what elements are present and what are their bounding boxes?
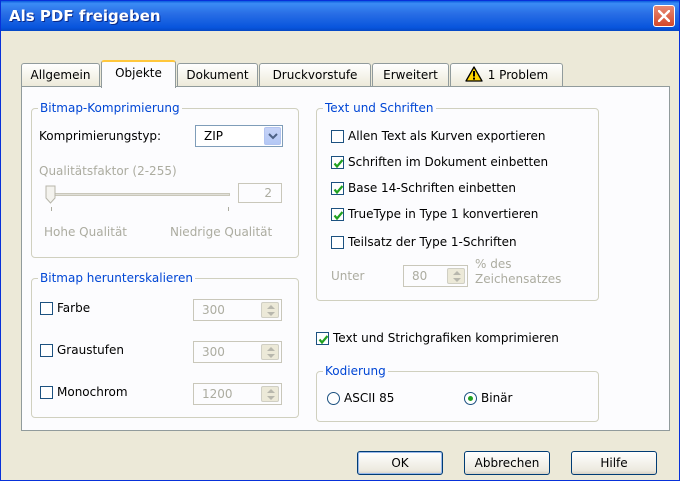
monochrome-checkbox[interactable] xyxy=(40,386,53,399)
group-legend: Bitmap-Komprimierung xyxy=(38,101,182,115)
tab-label: 1 Problem xyxy=(487,68,549,82)
spinner-down-icon xyxy=(453,278,461,282)
quality-factor-field[interactable]: 2 xyxy=(238,183,282,203)
encoding-group: Kodierung ASCII 85 Binär xyxy=(316,364,599,422)
outline-text-checkbox[interactable] xyxy=(331,130,344,143)
spinner-up-icon xyxy=(453,271,461,275)
check-icon xyxy=(333,185,344,195)
low-quality-label: Niedrige Qualität xyxy=(170,225,273,239)
color-resolution-spinner[interactable]: 300 xyxy=(193,299,282,321)
bitmap-downsample-group: Bitmap herunterskalieren Farbe 300 Graus… xyxy=(31,271,299,418)
tab-objekte[interactable]: Objekte xyxy=(101,60,176,88)
truetype-convert-label: TrueType in Type 1 konvertieren xyxy=(348,207,539,221)
quality-factor-value: 2 xyxy=(264,186,272,200)
spinner-value: 80 xyxy=(412,269,428,283)
under-label: Unter xyxy=(331,269,365,283)
spinner-buttons[interactable] xyxy=(261,344,279,360)
radio-dot xyxy=(468,396,473,401)
quality-factor-label: Qualitätsfaktor (2-255) xyxy=(39,164,177,178)
subset-threshold-spinner[interactable]: 80 xyxy=(403,265,468,287)
quality-slider-thumb[interactable] xyxy=(45,185,56,205)
dialog-window: Als PDF freigeben Allgemein Objekte Doku… xyxy=(0,0,680,481)
check-icon xyxy=(318,335,329,345)
ok-button[interactable]: OK xyxy=(357,451,443,475)
binary-label: Binär xyxy=(481,391,513,405)
tab-label: Objekte xyxy=(115,66,162,80)
embed-fonts-checkbox[interactable] xyxy=(331,156,344,169)
group-legend: Bitmap herunterskalieren xyxy=(38,271,195,285)
charset-label: Zeichensatzes xyxy=(475,272,562,286)
check-icon xyxy=(333,159,344,169)
window-title: Als PDF freigeben xyxy=(9,7,161,25)
ascii85-label: ASCII 85 xyxy=(344,391,395,405)
outline-text-label: Allen Text als Kurven exportieren xyxy=(348,129,546,143)
color-checkbox[interactable] xyxy=(40,302,53,315)
spinner-value: 300 xyxy=(202,345,225,359)
tab-label: Dokument xyxy=(186,68,249,82)
spinner-down-icon xyxy=(267,354,275,358)
slider-tick xyxy=(51,207,52,211)
ascii85-radio[interactable] xyxy=(327,392,340,405)
binary-radio[interactable] xyxy=(464,392,477,405)
spinner-down-icon xyxy=(267,312,275,316)
embed-fonts-label: Schriften im Dokument einbetten xyxy=(348,155,549,169)
group-legend: Text und Schriften xyxy=(323,101,436,115)
spinner-down-icon xyxy=(267,396,275,400)
slider-tick xyxy=(228,207,229,211)
grayscale-label: Graustufen xyxy=(57,343,124,357)
cancel-button[interactable]: Abbrechen xyxy=(464,451,550,475)
subset-type1-checkbox[interactable] xyxy=(331,236,344,249)
spinner-up-icon xyxy=(267,347,275,351)
base14-fonts-checkbox[interactable] xyxy=(331,182,344,195)
spinner-buttons[interactable] xyxy=(261,302,279,318)
compression-type-value: ZIP xyxy=(204,129,223,143)
spinner-buttons[interactable] xyxy=(447,268,465,284)
tab-panel-objekte: Bitmap-Komprimierung Komprimierungstyp: … xyxy=(21,86,670,431)
subset-type1-label: Teilsatz der Type 1-Schriften xyxy=(348,235,517,249)
base14-fonts-label: Base 14-Schriften einbetten xyxy=(348,181,516,195)
close-button[interactable] xyxy=(653,5,675,27)
text-fonts-group: Text und Schriften Allen Text als Kurven… xyxy=(316,101,599,301)
percent-label: % des xyxy=(475,257,512,271)
title-bar[interactable]: Als PDF freigeben xyxy=(1,1,679,31)
tab-druckvorstufe[interactable]: Druckvorstufe xyxy=(259,63,371,87)
monochrome-resolution-spinner[interactable]: 1200 xyxy=(193,383,282,405)
tab-problem[interactable]: 1 Problem xyxy=(450,63,563,87)
compression-type-select[interactable]: ZIP xyxy=(195,125,283,147)
check-icon xyxy=(333,211,344,221)
tab-label: Druckvorstufe xyxy=(272,68,358,82)
tab-dokument[interactable]: Dokument xyxy=(177,63,258,87)
compression-type-label: Komprimierungstyp: xyxy=(39,129,162,143)
tab-label: Erweitert xyxy=(383,68,438,82)
monochrome-label: Monochrom xyxy=(57,385,128,399)
truetype-convert-checkbox[interactable] xyxy=(331,208,344,221)
color-label: Farbe xyxy=(57,301,91,315)
spinner-value: 1200 xyxy=(202,387,233,401)
chevron-down-icon xyxy=(268,133,278,140)
close-icon xyxy=(658,10,670,22)
high-quality-label: Hohe Qualität xyxy=(44,225,128,239)
spinner-buttons[interactable] xyxy=(261,386,279,402)
spinner-up-icon xyxy=(267,389,275,393)
tab-label: Allgemein xyxy=(30,68,91,82)
compress-checkbox[interactable] xyxy=(316,332,329,345)
bitmap-compression-group: Bitmap-Komprimierung Komprimierungstyp: … xyxy=(31,101,299,258)
grayscale-checkbox[interactable] xyxy=(40,344,53,357)
tab-allgemein[interactable]: Allgemein xyxy=(21,63,100,87)
spinner-value: 300 xyxy=(202,303,225,317)
dropdown-button[interactable] xyxy=(264,127,281,145)
compress-label: Text und Strichgrafiken komprimieren xyxy=(333,331,559,345)
help-button[interactable]: Hilfe xyxy=(571,451,657,475)
quality-slider-track[interactable] xyxy=(50,193,230,196)
spinner-up-icon xyxy=(267,305,275,309)
grayscale-resolution-spinner[interactable]: 300 xyxy=(193,341,282,363)
tab-erweitert[interactable]: Erweitert xyxy=(372,63,449,87)
group-legend: Kodierung xyxy=(323,364,388,378)
